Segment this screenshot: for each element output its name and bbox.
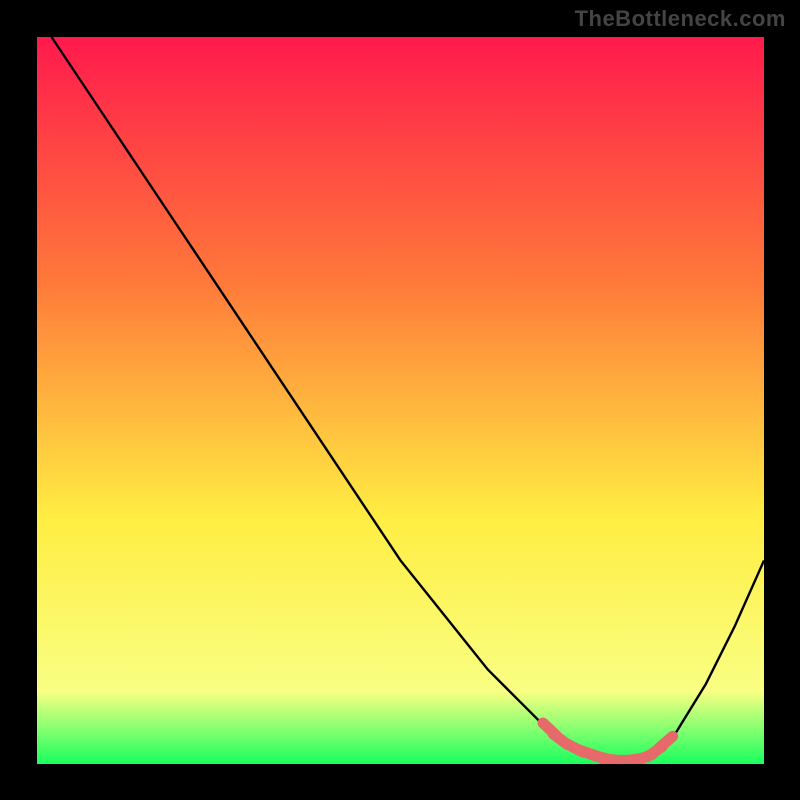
- plot-area: [37, 37, 764, 764]
- gradient-background: [37, 37, 764, 764]
- chart-svg: [37, 37, 764, 764]
- chart-frame: TheBottleneck.com: [0, 0, 800, 800]
- attribution-text: TheBottleneck.com: [575, 6, 786, 32]
